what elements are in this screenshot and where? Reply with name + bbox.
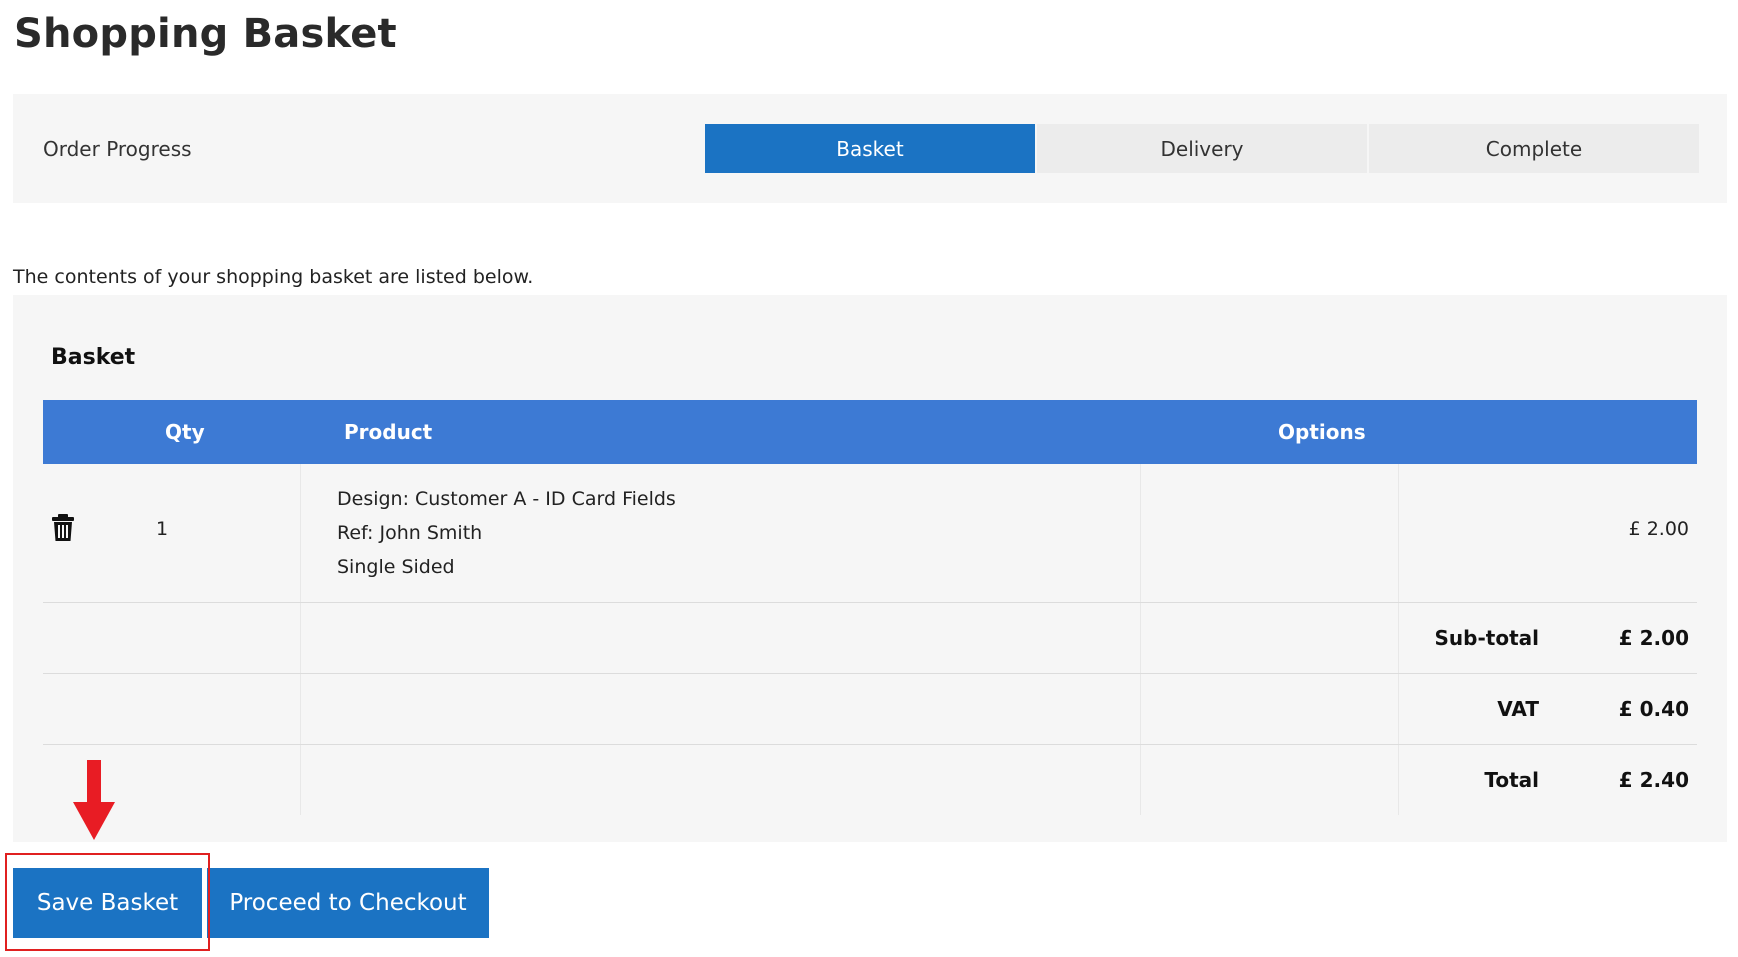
basket-heading: Basket [51,345,136,370]
order-progress-panel: Order Progress Basket Delivery Complete [13,94,1727,203]
column-header-product: Product [344,420,433,444]
product-design-line: Design: Customer A - ID Card Fields [337,488,676,510]
vat-label: VAT [1497,697,1539,721]
vat-row: VAT £ 0.40 [43,674,1697,745]
column-header-options: Options [1278,420,1366,444]
page-title: Shopping Basket [14,11,397,57]
save-basket-button[interactable]: Save Basket [13,868,202,938]
table-row: 1 Design: Customer A - ID Card Fields Re… [43,464,1697,603]
step-basket[interactable]: Basket [705,124,1035,173]
vat-value: £ 0.40 [1618,697,1689,721]
table-header: Qty Product Options [43,400,1697,464]
order-progress-steps: Basket Delivery Complete [705,124,1701,173]
subtotal-value: £ 2.00 [1618,626,1689,650]
total-row: Total £ 2.40 [43,745,1697,815]
product-ref-line: Ref: John Smith [337,522,483,544]
proceed-to-checkout-button[interactable]: Proceed to Checkout [207,868,489,938]
basket-intro-text: The contents of your shopping basket are… [13,266,534,288]
column-header-qty: Qty [165,420,205,444]
subtotal-row: Sub-total £ 2.00 [43,603,1697,674]
item-qty: 1 [156,518,169,540]
item-product: Design: Customer A - ID Card Fields Ref:… [337,482,676,584]
step-complete[interactable]: Complete [1369,124,1699,173]
total-value: £ 2.40 [1618,768,1689,792]
step-delivery[interactable]: Delivery [1037,124,1367,173]
subtotal-label: Sub-total [1434,626,1539,650]
product-sides-line: Single Sided [337,556,455,578]
order-progress-label: Order Progress [43,137,192,161]
basket-table: Qty Product Options 1 Design: Customer A… [43,400,1697,815]
trash-icon[interactable] [51,514,75,542]
total-label: Total [1484,768,1539,792]
basket-panel: Basket Qty Product Options 1 Design: Cus… [13,295,1727,842]
item-price: £ 2.00 [1628,518,1689,540]
arrow-down-icon [73,760,115,840]
